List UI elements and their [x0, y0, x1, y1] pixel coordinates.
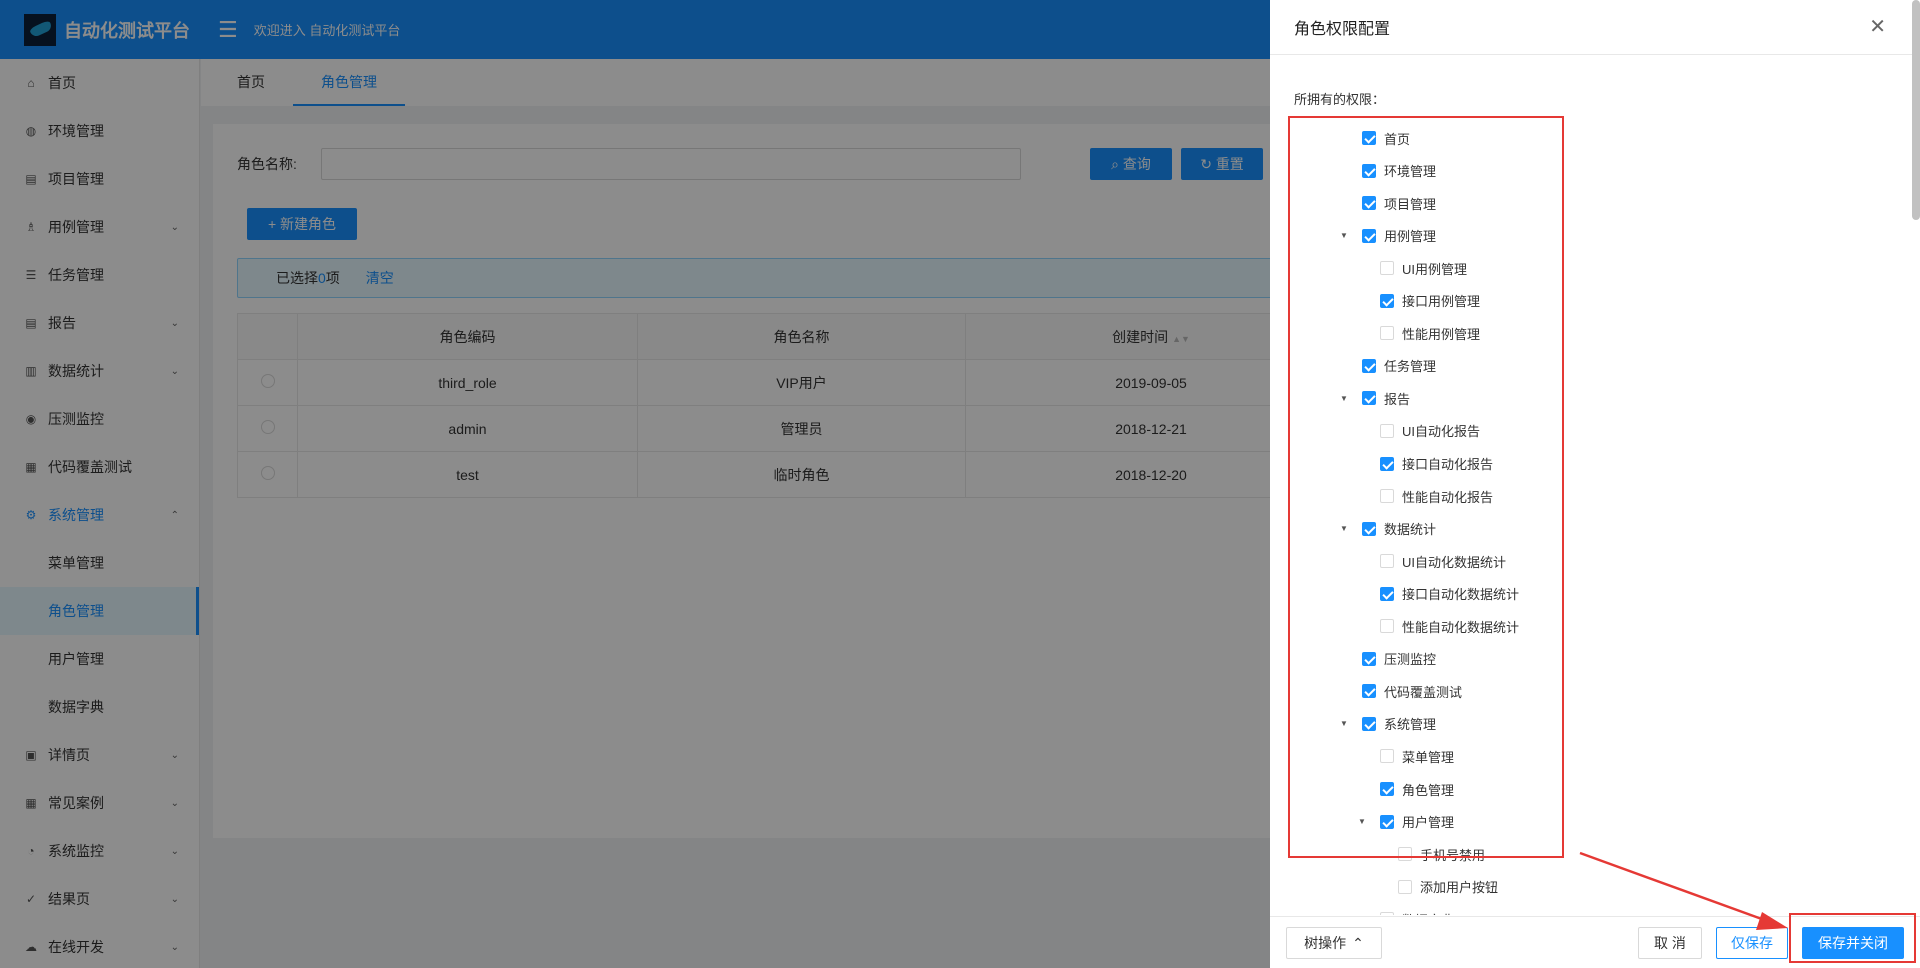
- permission-checkbox[interactable]: [1398, 879, 1412, 894]
- cancel-button[interactable]: 取 消: [1638, 927, 1702, 959]
- drawer-title: 角色权限配置: [1270, 0, 1920, 55]
- tree-node[interactable]: 数据字典: [1380, 909, 1454, 915]
- permission-title: 所拥有的权限：: [1294, 92, 1386, 107]
- tree-node-label: 添加用户按钮: [1420, 880, 1499, 896]
- tree-node[interactable]: 添加用户按钮: [1398, 877, 1498, 897]
- save-only-button[interactable]: 仅保存: [1716, 927, 1788, 959]
- tree-node-label: 数据字典: [1402, 910, 1454, 915]
- tree-operations-label: 树操作: [1304, 935, 1347, 951]
- annotation-save-box: [1789, 913, 1916, 963]
- close-icon[interactable]: ✕: [1869, 17, 1886, 37]
- permission-checkbox[interactable]: [1380, 912, 1394, 915]
- annotation-highlight-box: [1288, 116, 1564, 858]
- role-permission-drawer: 角色权限配置 ✕ 所拥有的权限： 首页 环境管理 项目管理 ▼ 用例管理 UI用例管理 接口…: [1270, 0, 1920, 968]
- chevron-up-icon: ⌃: [1352, 934, 1364, 951]
- tree-operations-button[interactable]: 树操作 ⌃: [1286, 927, 1382, 959]
- drawer-scrollbar[interactable]: [1912, 0, 1920, 220]
